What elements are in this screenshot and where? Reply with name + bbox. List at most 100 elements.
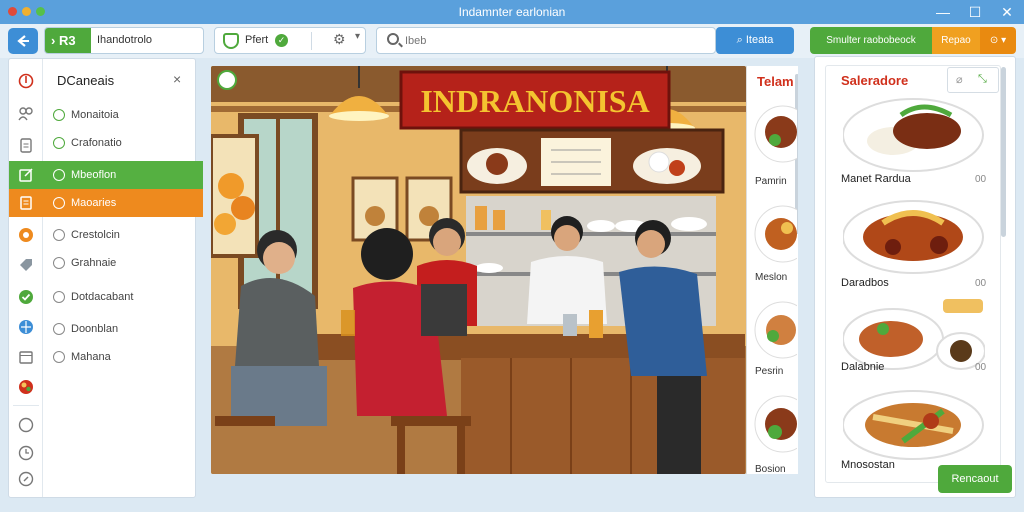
calendar-icon[interactable] <box>18 349 34 365</box>
sidebar-item-label: Doonblan <box>71 323 119 335</box>
sidebar-item-3[interactable]: Maoaries <box>43 189 203 217</box>
brand-code: › R3 <box>45 28 91 53</box>
check-circle-icon[interactable] <box>18 289 34 305</box>
menu-strip-label: Pamrin <box>755 176 787 187</box>
sidebar-item-0[interactable]: Monaitoia <box>43 101 203 129</box>
cup <box>563 314 577 336</box>
detail-panel: Saleradore ⌀ ⤡ Manet Rardua 00 Daradbos … <box>814 56 1016 498</box>
users-icon[interactable] <box>18 105 34 121</box>
jar <box>475 206 487 230</box>
orange-circle-icon[interactable] <box>18 227 34 243</box>
sidebar-close-button[interactable]: × <box>173 71 181 87</box>
fruit <box>231 196 255 220</box>
menu-dish-food <box>669 160 685 176</box>
document-icon[interactable] <box>18 195 34 211</box>
dish-thumbnail[interactable] <box>753 296 797 362</box>
window-title: Indamnter earlonian <box>458 5 566 19</box>
sidebar-item-6[interactable]: Dotdacabant <box>43 283 203 311</box>
stool-seat <box>215 416 275 426</box>
dish-image[interactable] <box>843 93 985 175</box>
food-icon[interactable] <box>18 379 34 395</box>
target-icon[interactable] <box>18 73 34 89</box>
chevron-down-icon[interactable]: ▾ <box>355 31 360 42</box>
drink-glass <box>341 310 355 336</box>
maximize-button[interactable]: ☐ <box>964 2 986 22</box>
circle-icon[interactable] <box>18 417 34 433</box>
dish-thumbnail[interactable] <box>753 102 797 168</box>
fruit <box>218 173 244 199</box>
minimize-button[interactable]: — <box>932 2 954 22</box>
sign-text: INDRANONISA <box>420 83 649 119</box>
title-bar: Indamnter earlonian — ☐ ✕ <box>0 0 1024 24</box>
radio-icon <box>53 291 65 303</box>
search-button-icon: ⌕ <box>736 34 743 46</box>
collapse-icon[interactable]: ⤡ <box>978 73 987 86</box>
dish-name: Daradbos <box>841 277 889 289</box>
dish-image[interactable] <box>843 193 985 275</box>
search-button[interactable]: ⌕ Iteata <box>716 27 794 54</box>
pin-icon[interactable]: ⌀ <box>956 73 963 86</box>
sidebar-item-1[interactable]: Crafonatio <box>43 129 203 157</box>
compass-icon[interactable] <box>18 471 34 487</box>
globe-icon[interactable] <box>18 319 34 335</box>
profile-tab[interactable]: Pfert ✓ ⚙ ▾ <box>214 27 366 54</box>
checkout-button[interactable]: Rencaout <box>938 465 1012 493</box>
simulate-button[interactable]: Smulter raobobeock <box>810 27 932 54</box>
menu-strip-label: Bosion <box>755 464 786 474</box>
restaurant-illustration: INDRANONISA <box>211 66 746 474</box>
menu-dish-food <box>486 153 508 175</box>
search-icon <box>387 33 399 45</box>
brand-label: Ihandotrolo <box>97 34 153 46</box>
clipboard-icon[interactable] <box>18 137 34 153</box>
menu-strip-title: Telam <box>757 74 794 89</box>
bowl <box>587 220 615 232</box>
dish-thumbnail[interactable] <box>753 200 797 268</box>
sidebar-item-5[interactable]: Grahnaie <box>43 249 203 277</box>
dish-count: 00 <box>975 362 987 373</box>
sidebar-item-8[interactable]: Mahana <box>43 343 203 371</box>
person-face <box>637 230 665 258</box>
icon-rail <box>9 59 43 497</box>
radio-icon <box>53 257 65 269</box>
sidebar-item-label: Maoaries <box>71 197 117 209</box>
check-icon: ✓ <box>275 34 288 47</box>
search-input[interactable] <box>405 31 705 50</box>
dish-name: Dalabnie <box>841 361 885 373</box>
brand-code-text: R3 <box>58 33 76 48</box>
sidebar-item-label: Mahana <box>71 351 111 363</box>
menu-strip-label: Meslon <box>755 272 788 283</box>
dish-name: Mnosostan <box>841 459 895 471</box>
person-head <box>361 228 413 280</box>
sidebar-item-2[interactable]: Mbeoflon <box>43 161 203 189</box>
close-button[interactable]: ✕ <box>996 2 1018 22</box>
stool-seat <box>391 416 471 426</box>
jar <box>541 210 551 230</box>
radio-icon <box>53 323 65 335</box>
drink-glass <box>589 310 603 338</box>
fruit <box>214 213 236 235</box>
person-shirt <box>235 278 319 366</box>
dish-count: 00 <box>975 278 987 289</box>
chevron-right-icon: › <box>51 33 56 48</box>
refresh-icon[interactable] <box>217 70 237 90</box>
profile-tab-label: Pfert <box>245 34 269 46</box>
dish-name: Manet Rardua <box>841 173 911 185</box>
dish-count: 00 <box>975 174 987 185</box>
scrollbar[interactable] <box>1001 67 1006 237</box>
gear-icon[interactable]: ⚙ <box>333 31 346 48</box>
bowl <box>475 263 503 273</box>
report-button[interactable]: Repao <box>932 27 980 54</box>
dish-thumbnail[interactable] <box>753 390 797 458</box>
sidebar-item-4[interactable]: Crestolcin <box>43 221 203 249</box>
sidebar-item-label: Dotdacabant <box>71 291 134 303</box>
laptop <box>421 284 467 336</box>
back-button[interactable] <box>8 28 38 54</box>
clock-icon[interactable] <box>18 445 34 461</box>
sidebar-item-7[interactable]: Doonblan <box>43 315 203 343</box>
edit-icon[interactable] <box>18 167 34 183</box>
dish-image[interactable] <box>843 381 985 463</box>
brand-selector[interactable]: › R3 Ihandotrolo <box>44 27 204 54</box>
lamp-glow <box>329 111 389 121</box>
tag-icon[interactable] <box>18 257 34 273</box>
ok-button[interactable]: ⊙ ▾ <box>980 27 1016 54</box>
